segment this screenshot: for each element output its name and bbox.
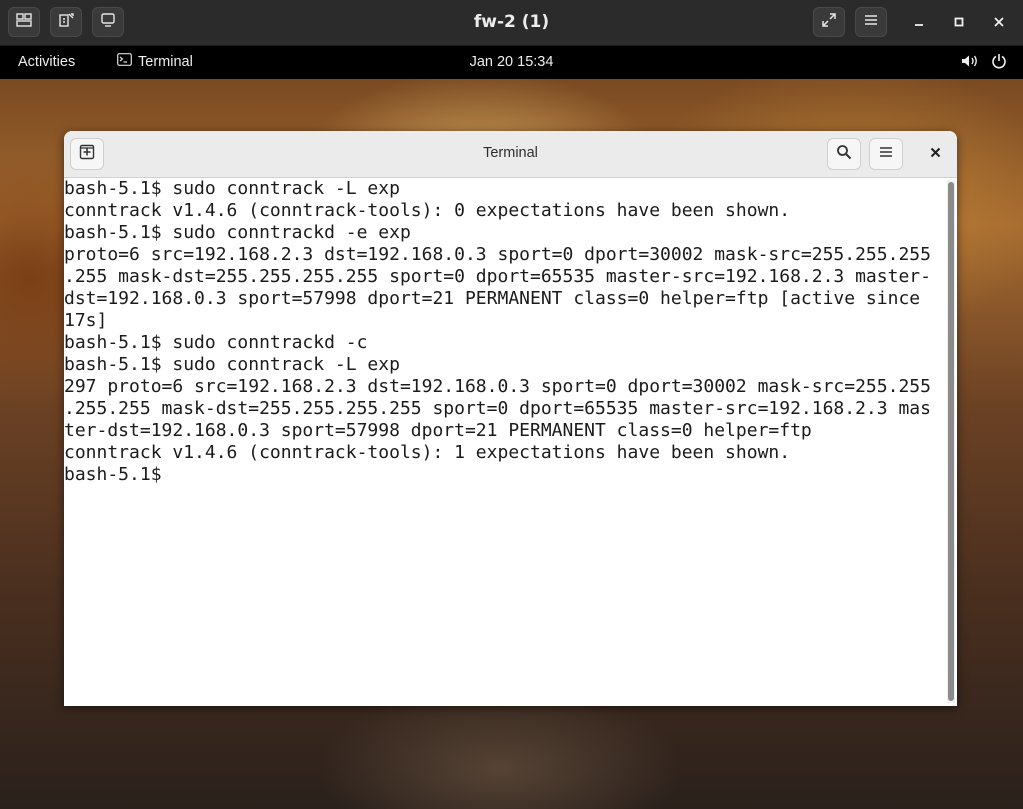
terminal-line: conntrack v1.4.6 (conntrack-tools): 1 ex…: [64, 442, 791, 463]
minimize-button[interactable]: [906, 10, 932, 36]
terminal-line: bash-5.1$ sudo conntrack -L exp: [64, 178, 400, 199]
fullscreen-button[interactable]: [813, 7, 845, 37]
terminal-output[interactable]: bash-5.1$ sudo conntrack -L exp conntrack…: [64, 178, 944, 706]
terminal-line: bash-5.1$ sudo conntrackd -e exp: [64, 222, 411, 243]
terminal-scrollbar[interactable]: [947, 180, 955, 703]
terminal-window: Terminal bash-5.1$ sudo conntrack -L exp…: [64, 131, 957, 706]
vm-viewer-header: fw-2 (1): [0, 0, 1023, 46]
maximize-icon: [954, 14, 964, 32]
close-icon: [930, 145, 941, 163]
prompt-text: bash-5.1$: [64, 464, 173, 485]
hamburger-icon: [864, 13, 878, 31]
terminal-line: proto=6 src=192.168.2.3 dst=192.168.0.3 …: [64, 244, 931, 265]
terminal-close-button[interactable]: [921, 140, 949, 168]
terminal-line: .255 mask-dst=255.255.255.255 sport=0 dp…: [64, 266, 931, 287]
search-button[interactable]: [827, 138, 861, 170]
terminal-line: dst=192.168.0.3 sport=57998 dport=21 PER…: [64, 288, 921, 309]
system-tray[interactable]: [961, 46, 1007, 79]
close-icon: [994, 14, 1004, 32]
terminal-menu-button[interactable]: [869, 138, 903, 170]
volume-icon: [961, 54, 979, 72]
close-button[interactable]: [986, 10, 1012, 36]
terminal-line: 17s]: [64, 310, 108, 331]
terminal-line: conntrack v1.4.6 (conntrack-tools): 0 ex…: [64, 200, 791, 221]
expand-icon: [822, 12, 836, 32]
search-icon: [836, 144, 852, 165]
terminal-line: bash-5.1$ sudo conntrack -L exp: [64, 354, 400, 375]
power-icon: [991, 53, 1007, 73]
terminal-line: 297 proto=6 src=192.168.2.3 dst=192.168.…: [64, 376, 931, 397]
gnome-top-bar: Activities Terminal Jan 20 15:34: [0, 46, 1023, 79]
prompt-line[interactable]: bash-5.1$: [64, 464, 944, 489]
scrollbar-thumb[interactable]: [948, 182, 954, 701]
vm-menu-button[interactable]: [855, 7, 887, 37]
clock[interactable]: Jan 20 15:34: [0, 46, 1023, 79]
terminal-title: Terminal: [483, 145, 538, 161]
minimize-icon: [914, 14, 924, 32]
terminal-line: bash-5.1$ sudo conntrackd -c: [64, 332, 368, 353]
terminal-text: bash-5.1$ sudo conntrack -L exp conntrack…: [64, 178, 944, 464]
terminal-header-bar: Terminal: [64, 131, 957, 178]
terminal-line: ter-dst=192.168.0.3 sport=57998 dport=21…: [64, 420, 812, 441]
maximize-button[interactable]: [946, 10, 972, 36]
hamburger-icon: [879, 145, 893, 163]
terminal-line: .255.255 mask-dst=255.255.255.255 sport=…: [64, 398, 931, 419]
